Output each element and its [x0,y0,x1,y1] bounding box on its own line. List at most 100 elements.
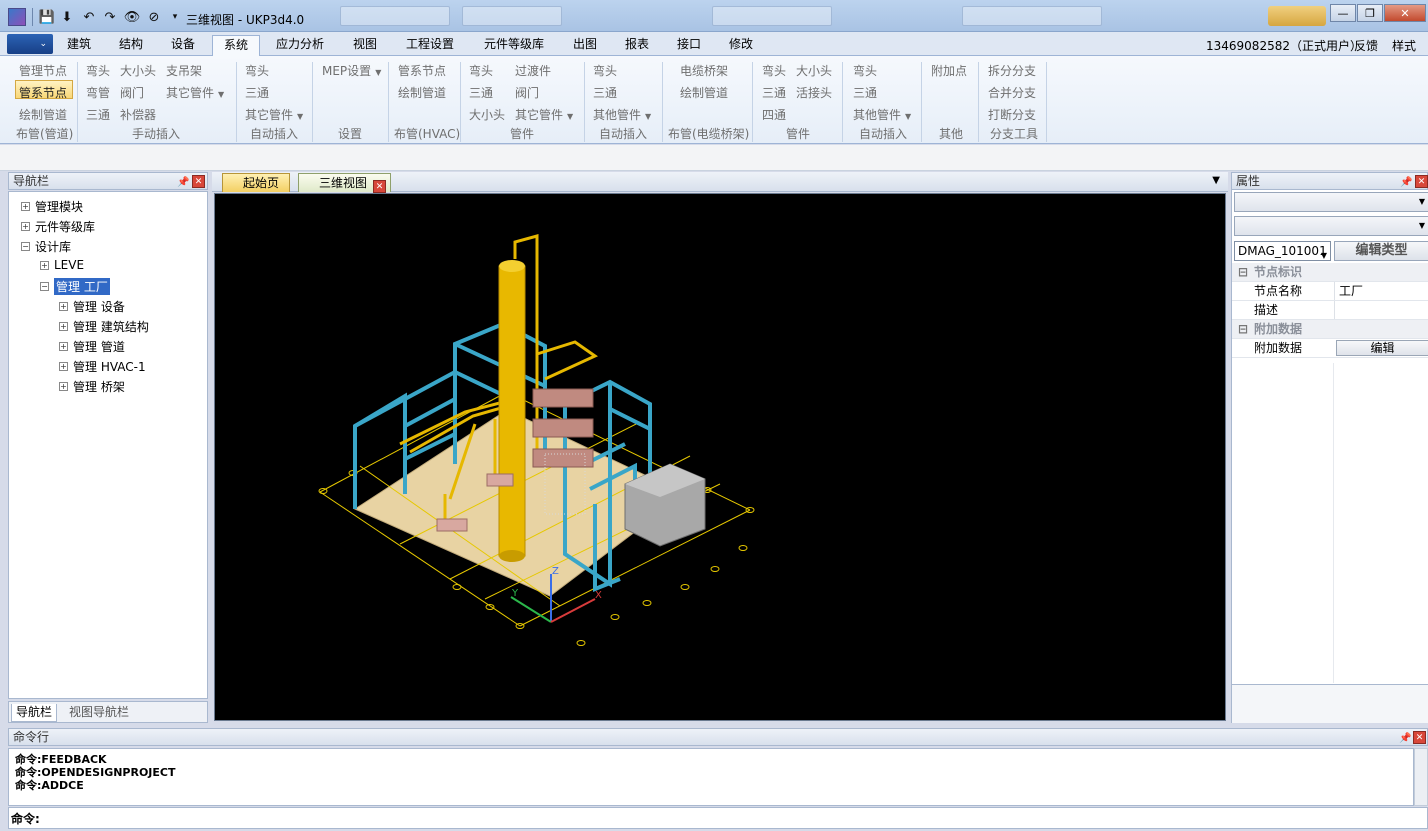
ribbon-cable-tray[interactable]: 电缆桥架 [680,62,728,79]
collapse-icon[interactable]: − [40,282,49,291]
save-icon[interactable]: 💾 [38,8,56,26]
tree-node[interactable]: + 管理 管道 [59,338,125,355]
tree-node[interactable]: + 管理 设备 [59,298,125,315]
close-icon[interactable]: ✕ [1415,175,1428,188]
expand-icon[interactable]: + [40,260,49,270]
property-row[interactable]: 节点名称 工厂 [1232,282,1428,301]
ribbon-cable-auto-tee[interactable]: 三通 [853,84,877,101]
tree-node[interactable]: + 管理 HVAC-1 [59,358,146,375]
app-logo-icon[interactable] [8,8,26,26]
tab-navigation[interactable]: 导航栏 [11,704,58,722]
collapse-icon[interactable]: − [21,242,30,251]
ribbon-cross[interactable]: 四通 [762,106,786,123]
tab-architecture[interactable]: 建筑 [58,35,100,56]
expand-icon[interactable]: + [21,202,30,211]
property-object-dropdown[interactable]: ▼ [1234,216,1428,236]
hide-icon[interactable]: ⊘ [145,8,163,26]
ribbon-other-fittings[interactable]: 其它管件 ▼ [166,84,224,101]
expand-icon[interactable]: + [59,382,68,391]
application-menu-button[interactable]: ⌄ [7,34,53,54]
ribbon-hvac-other-fittings[interactable]: 其它管件 ▼ [515,106,573,123]
ribbon-merge-branch[interactable]: 合并分支 [988,84,1036,101]
tab-system[interactable]: 系统 [212,35,260,56]
tab-interface[interactable]: 接口 [668,35,710,56]
tree-node[interactable]: + 管理 建筑结构 [59,318,149,335]
ribbon-attach-point[interactable]: 附加点 [931,62,967,79]
type-select[interactable]: DMAG_101001 ▼ [1234,241,1331,261]
edit-additional-data-button[interactable]: 编辑 [1336,340,1428,356]
property-category[interactable]: ⊟ 节点标识 [1232,263,1428,282]
style-menu[interactable]: 样式 [1392,37,1416,54]
tab-structure[interactable]: 结构 [110,35,152,56]
property-row[interactable]: 附加数据 编辑 [1232,339,1428,358]
ribbon-hvac-auto-elbow[interactable]: 弯头 [593,62,617,79]
close-icon[interactable]: ✕ [1413,731,1426,744]
tab-list-dropdown-icon[interactable]: ▼ [1212,175,1220,186]
ribbon-auto-tee[interactable]: 三通 [245,84,269,101]
tab-view-navigation[interactable]: 视图导航栏 [65,704,133,722]
collapse-icon[interactable]: ⊟ [1232,263,1254,281]
ribbon-support-hanger[interactable]: 支吊架 [166,62,202,79]
close-window-button[interactable]: ✕ [1384,4,1426,22]
tree-node[interactable]: − 设计库 [21,238,71,255]
ribbon-hvac-elbow[interactable]: 弯头 [469,62,493,79]
ribbon-mep-settings[interactable]: MEP设置 ▼ [322,62,381,79]
ribbon-hvac-valve[interactable]: 阀门 [515,84,539,101]
ribbon-hvac-draw-pipe[interactable]: 绘制管道 [398,84,446,101]
pin-icon[interactable]: 📌 [1399,731,1411,747]
property-value[interactable] [1334,301,1428,319]
ribbon-hvac-tee[interactable]: 三通 [469,84,493,101]
ribbon-hvac-reducer[interactable]: 大小头 [469,106,505,123]
ribbon-compensator[interactable]: 补偿器 [120,106,156,123]
tab-reports[interactable]: 报表 [616,35,658,56]
ribbon-draw-pipe[interactable]: 绘制管道 [19,106,67,123]
ribbon-pipe-system-node[interactable]: 管系节点 [19,84,67,101]
tab-modify[interactable]: 修改 [720,35,762,56]
ribbon-hvac-auto-other[interactable]: 其他管件 ▼ [593,106,651,123]
tab-stress-analysis[interactable]: 应力分析 [267,35,333,56]
expand-icon[interactable]: + [21,222,30,231]
expand-icon[interactable]: + [59,302,68,311]
expand-icon[interactable]: + [59,322,68,331]
pin-icon[interactable]: 📌 [1400,175,1412,191]
ribbon-bend[interactable]: 弯管 [86,84,110,101]
ribbon-tee[interactable]: 三通 [86,106,110,123]
tab-component-spec-library[interactable]: 元件等级库 [475,35,553,56]
tab-start-page[interactable]: 起始页 [222,173,291,192]
ribbon-auto-other-fittings[interactable]: 其它管件 ▼ [245,106,303,123]
ribbon-union[interactable]: 活接头 [796,84,832,101]
close-icon[interactable]: ✕ [373,180,387,193]
property-row[interactable]: 描述 [1232,301,1428,320]
ribbon-manage-node[interactable]: 管理节点 [19,62,67,79]
ribbon-split-branch[interactable]: 拆分分支 [988,62,1036,79]
ribbon-reducer[interactable]: 大小头 [120,62,156,79]
ribbon-cable-auto-other[interactable]: 其他管件 ▼ [853,106,911,123]
customize-quick-access-icon[interactable]: ▾ [166,8,184,26]
ribbon-auto-elbow[interactable]: 弯头 [245,62,269,79]
close-icon[interactable]: ✕ [192,175,205,188]
tree-node[interactable]: + 元件等级库 [21,218,95,235]
ribbon-elbow[interactable]: 弯头 [86,62,110,79]
download-icon[interactable]: ⬇ [58,8,76,26]
tree-node[interactable]: + 管理模块 [21,198,83,215]
tab-3d-view[interactable]: 三维视图 ✕ [298,173,392,193]
collapse-icon[interactable]: ⊟ [1232,320,1254,338]
tab-project-settings[interactable]: 工程设置 [397,35,463,56]
ribbon-hvac-system-node[interactable]: 管系节点 [398,62,446,79]
show-icon[interactable]: 👁 [123,8,141,26]
ribbon-cable-reducer[interactable]: 大小头 [796,62,832,79]
minimize-button[interactable]: — [1330,4,1356,22]
undo-icon[interactable]: ↶ [80,8,98,26]
tab-equipment[interactable]: 设备 [162,35,204,56]
user-account-label[interactable]: 13469082582（正式用户） [1206,37,1362,54]
property-filter-dropdown[interactable]: ▼ [1234,192,1428,212]
command-history-scrollbar[interactable] [1414,748,1428,806]
ribbon-cable-auto-elbow[interactable]: 弯头 [853,62,877,79]
tree-node[interactable]: + LEVE [40,258,84,272]
ribbon-valve[interactable]: 阀门 [120,84,144,101]
tree-node-selected[interactable]: − 管理 工厂 [40,278,110,295]
tab-drawing[interactable]: 出图 [564,35,606,56]
property-value[interactable]: 工厂 [1334,282,1428,300]
account-badge[interactable] [1268,6,1326,26]
expand-icon[interactable]: + [59,362,68,371]
